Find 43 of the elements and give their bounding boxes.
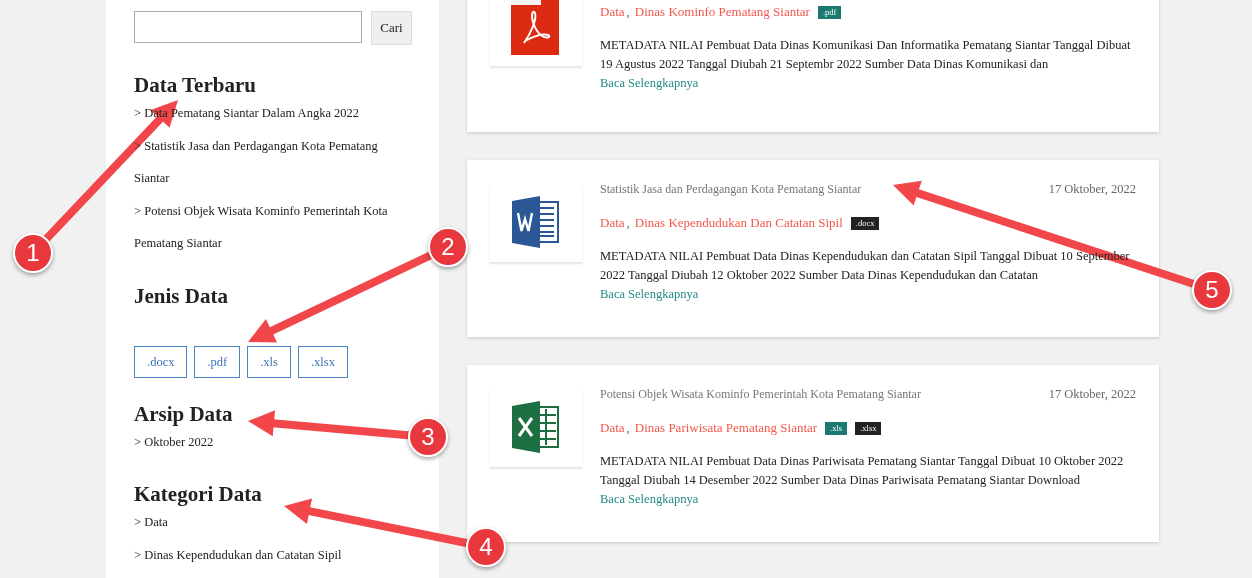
- section-heading: Data Terbaru: [134, 73, 256, 97]
- read-more-link[interactable]: Baca Selengkapnya: [600, 287, 699, 301]
- search-button[interactable]: Cari: [371, 11, 412, 45]
- post-excerpt: METADATA NILAI Pembuat Data Dinas Komunikasi Dan Informatika Pematang Siantar Tanggal Dibuat 19 Agustus 2022 Tanggal Diubah 21 Septembr 2022 Sumber Data Dinas Komunikasi dan: [600, 37, 1132, 73]
- sidebar-link[interactable]: > Potensi Objek Wisata Kominfo Pemerintah Kota Pematang Siantar: [134, 194, 399, 260]
- post-title[interactable]: Statistik Jasa dan Perdagangan Kota Pematang Siantar: [600, 182, 862, 197]
- category-link[interactable]: Data: [600, 4, 625, 20]
- category-link[interactable]: Dinas Kominfo Pematang Siantar: [634, 4, 810, 20]
- category-link[interactable]: Dinas Kependudukan Dan Catatan Sipil: [634, 215, 843, 231]
- file-type-badge[interactable]: .xls: [825, 421, 848, 435]
- comma-separator: ,: [626, 215, 630, 231]
- file-type-badge[interactable]: .xlsx: [855, 421, 882, 435]
- post-excerpt: METADATA NILAI Pembuat Data Dinas Pariwisata Pematang Siantar Tanggal Dibuat 10 Oktober 2022 Tanggal Diubah 14 Desember 2022 Sumber Data Dinas Pariwisata Pematang Siantar Download: [600, 453, 1125, 489]
- sidebar-link[interactable]: > Dinas Kependudukan dan Catatan Sipil: [134, 538, 342, 571]
- file-type-tag[interactable]: .xlsx: [297, 345, 348, 378]
- read-more-link[interactable]: Baca Selengkapnya: [600, 492, 699, 506]
- sidebar-link[interactable]: > Statistik Jasa dan Perdagangan Kota Pematang Siantar: [134, 129, 399, 195]
- category-link[interactable]: Data: [600, 420, 625, 436]
- step-number-badge: 4: [466, 527, 506, 567]
- file-type-badge[interactable]: .docx: [850, 216, 880, 230]
- file-type-tag[interactable]: .xls: [247, 345, 291, 378]
- step-number-badge: 2: [428, 227, 468, 267]
- section-heading: Jenis Data: [134, 283, 228, 308]
- spreadsheet-icon: [512, 401, 560, 453]
- file-type-tag[interactable]: .pdf: [194, 345, 241, 378]
- comma-separator: ,: [626, 420, 630, 436]
- sidebar-link[interactable]: > Oktober 2022: [134, 425, 214, 458]
- search-field[interactable]: [134, 11, 362, 43]
- post-date: 17 Oktober, 2022: [1048, 182, 1136, 197]
- step-number-badge: 5: [1192, 270, 1232, 310]
- section-heading: Kategori Data: [134, 482, 262, 506]
- file-type-tag[interactable]: .docx: [134, 345, 188, 378]
- category-link[interactable]: Dinas Pariwisata Pematang Siantar: [634, 420, 818, 436]
- word-document-icon: [512, 196, 560, 248]
- sidebar-link[interactable]: > Data: [134, 506, 168, 539]
- read-more-link[interactable]: Baca Selengkapnya: [600, 76, 699, 90]
- post-date: 17 Oktober, 2022: [1048, 387, 1136, 402]
- file-type-badge[interactable]: .pdf: [817, 5, 842, 19]
- comma-separator: ,: [626, 4, 630, 20]
- section-heading: Arsip Data: [134, 401, 233, 426]
- post-title[interactable]: Potensi Objek Wisata Kominfo Pemerintah Kota Pematang Siantar: [600, 387, 921, 402]
- step-number-badge: 1: [13, 233, 53, 273]
- category-link[interactable]: Data: [600, 215, 625, 231]
